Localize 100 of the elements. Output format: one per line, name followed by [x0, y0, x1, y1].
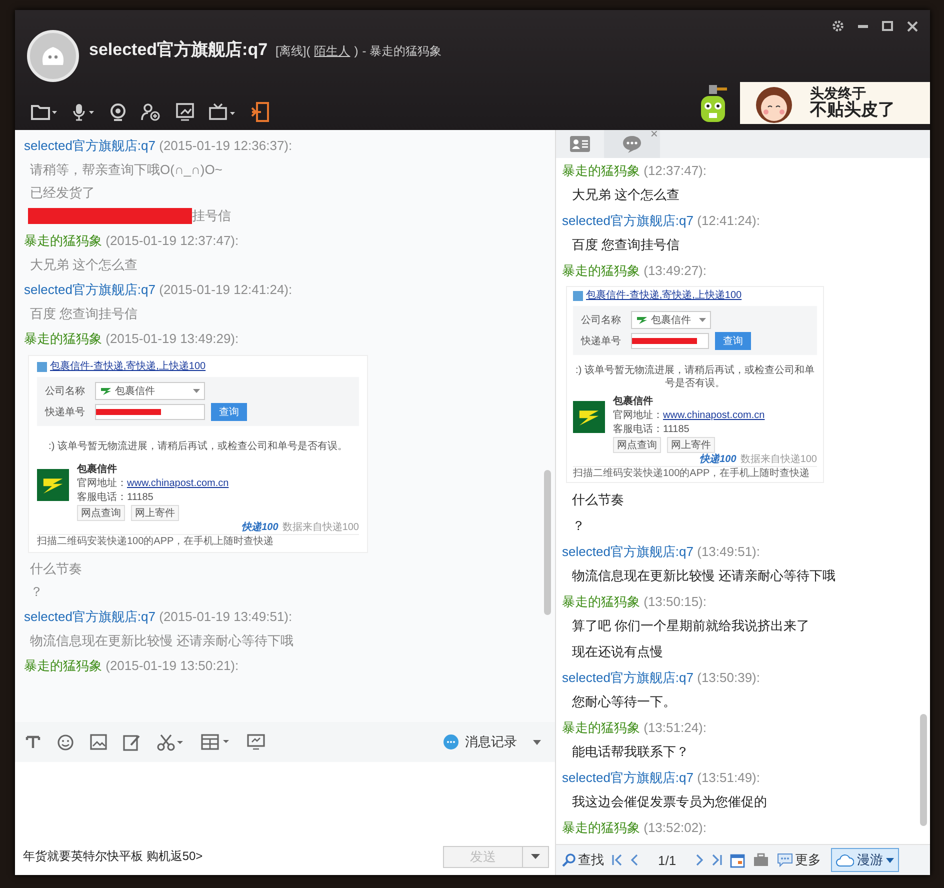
card-link[interactable]: 包裹信件-查快递,寄快递,上快递100: [586, 289, 742, 302]
ad-text: 头发终于: [810, 86, 866, 101]
website-link[interactable]: www.chinapost.com.cn: [663, 410, 765, 421]
sender-name: selected官方旗舰店:q7: [562, 770, 694, 785]
ad-text: 不贴头皮了: [810, 101, 895, 120]
message-text: 已经发货了: [29, 184, 96, 202]
company-select[interactable]: 包裹信件: [631, 311, 711, 329]
message-time: (13:50:39):: [697, 670, 760, 685]
maximize-icon[interactable]: [882, 21, 893, 31]
avatar-icon: [27, 30, 79, 82]
last-page-icon[interactable]: [711, 854, 722, 866]
carrier-name: 包裹信件: [613, 395, 654, 408]
sender-name: selected官方旗舰店:q7: [562, 544, 694, 559]
message-text: 物流信息现在更新比较慢 还请亲耐心等待下哦: [571, 567, 837, 585]
card-button[interactable]: 网点查询: [77, 505, 125, 521]
source-text: 数据来自快递100: [282, 521, 359, 534]
card-link[interactable]: 包裹信件-查快递,寄快递,上快递100: [50, 360, 206, 373]
roaming-button[interactable]: 漫游: [831, 848, 900, 872]
more-button[interactable]: 更多: [777, 851, 822, 869]
caret-icon: [531, 854, 540, 859]
sender-name: selected官方旗舰店:q7: [562, 670, 694, 685]
briefcase-icon[interactable]: [753, 853, 770, 867]
phone-text: 客服电话：11185: [613, 423, 690, 436]
microphone-icon[interactable]: [71, 103, 95, 121]
screen-icon[interactable]: [247, 734, 265, 750]
scissors-icon[interactable]: [157, 734, 185, 750]
calendar-icon[interactable]: [730, 852, 746, 868]
form-label: 公司名称: [45, 384, 86, 398]
page-icon: [573, 290, 583, 300]
robot-mascot-icon[interactable]: [698, 84, 728, 124]
sender-name: 暴走的猛犸象: [562, 720, 640, 735]
message-time: (12:41:24):: [697, 213, 760, 228]
info-label: 官网地址：: [613, 410, 663, 421]
form-label: 快递单号: [581, 334, 622, 348]
next-page-icon[interactable]: [696, 854, 704, 866]
notice-text: :) 该单号暂无物流进展，请稍后再试，或检查公司和单号是否有误。: [48, 440, 348, 454]
image-icon[interactable]: [90, 734, 107, 750]
sender-name: 暴走的猛犸象: [24, 331, 102, 346]
message-time: (2015-01-19 13:49:29):: [106, 331, 239, 346]
message-text: 您耐心等待一下。: [571, 693, 677, 711]
folder-icon[interactable]: [31, 103, 57, 121]
carrier-name: 包裹信件: [77, 463, 118, 476]
phone-text: 客服电话：11185: [77, 491, 154, 504]
message-text: 物流信息现在更新比较慢 还请亲耐心等待下哦: [29, 632, 295, 650]
edit-icon[interactable]: [123, 734, 141, 750]
message-text: 挂号信: [192, 207, 231, 225]
form-label: 快递单号: [45, 406, 86, 418]
caret-icon: [193, 389, 200, 393]
message-text: 什么节奏: [571, 491, 625, 509]
previous-page-icon[interactable]: [631, 854, 638, 866]
message-text: 大兄弟 这个怎么查: [571, 186, 681, 204]
sender-name: selected官方旗舰店:q7: [24, 138, 156, 153]
message-text: 我这边会催促发票专员为您催促的: [571, 793, 768, 811]
message-time: (2015-01-19 12:37:47):: [106, 233, 239, 248]
ad-link[interactable]: 年货就要英特尔快平板 购机返50>: [23, 848, 203, 865]
search-icon: [562, 853, 576, 867]
brand-logo: 快递100: [700, 453, 736, 466]
message-text: 大兄弟 这个怎么查: [29, 256, 139, 274]
card-button[interactable]: 网点查询: [613, 437, 661, 453]
form-label: 公司名称: [581, 314, 622, 326]
message-time: (12:37:47):: [644, 163, 706, 178]
scrollbar[interactable]: [544, 470, 551, 615]
screen-share-icon[interactable]: [175, 103, 195, 121]
message-time: (2015-01-19 13:49:51):: [159, 609, 292, 624]
card-button[interactable]: 网上寄件: [131, 505, 179, 521]
caret-icon[interactable]: [533, 740, 541, 744]
first-page-icon[interactable]: [612, 854, 623, 866]
chat-bubble-icon: [443, 734, 459, 750]
footer-text: 扫描二维码安装快递100的APP，在手机上随时查快递: [37, 534, 359, 548]
cloud-icon: [836, 853, 854, 867]
message-text: 什么节奏: [29, 560, 83, 578]
card-button[interactable]: 网上寄件: [667, 437, 715, 453]
webcam-icon[interactable]: [109, 103, 127, 121]
website-link[interactable]: www.chinapost.com.cn: [127, 478, 229, 489]
font-icon[interactable]: [25, 734, 41, 750]
post-logo-icon: [37, 469, 69, 501]
tracking-number-field[interactable]: [631, 333, 709, 349]
close-icon[interactable]: [907, 20, 918, 32]
message-time: (13:50:15):: [644, 594, 706, 609]
smiley-icon[interactable]: [57, 734, 74, 750]
settings-icon[interactable]: [832, 20, 844, 32]
scrollbar[interactable]: [920, 714, 927, 826]
tv-icon[interactable]: [209, 103, 237, 121]
post-logo-icon: [100, 386, 112, 396]
add-person-icon[interactable]: [141, 103, 161, 121]
exit-icon[interactable]: [251, 102, 269, 122]
table-icon[interactable]: [201, 734, 231, 750]
ad-banner[interactable]: 头发终于 不贴头皮了: [740, 82, 930, 124]
minimize-icon[interactable]: [858, 24, 868, 28]
message-text: 算了吧 你们一个星期前就给我说挤出来了: [571, 617, 811, 635]
send-options-button[interactable]: [523, 846, 549, 868]
company-select[interactable]: 包裹信件: [95, 382, 205, 400]
message-time: (2015-01-19 12:36:37):: [159, 138, 292, 153]
message-history-button[interactable]: 消息记录: [443, 733, 517, 751]
tracking-number-field[interactable]: [95, 404, 205, 420]
page-icon: [37, 362, 47, 372]
search-button[interactable]: 查找: [562, 851, 604, 869]
sender-name: 暴走的猛犸象: [562, 263, 640, 278]
message-time: (13:52:02):: [644, 820, 706, 835]
relation-link[interactable]: 陌生人: [314, 43, 350, 60]
